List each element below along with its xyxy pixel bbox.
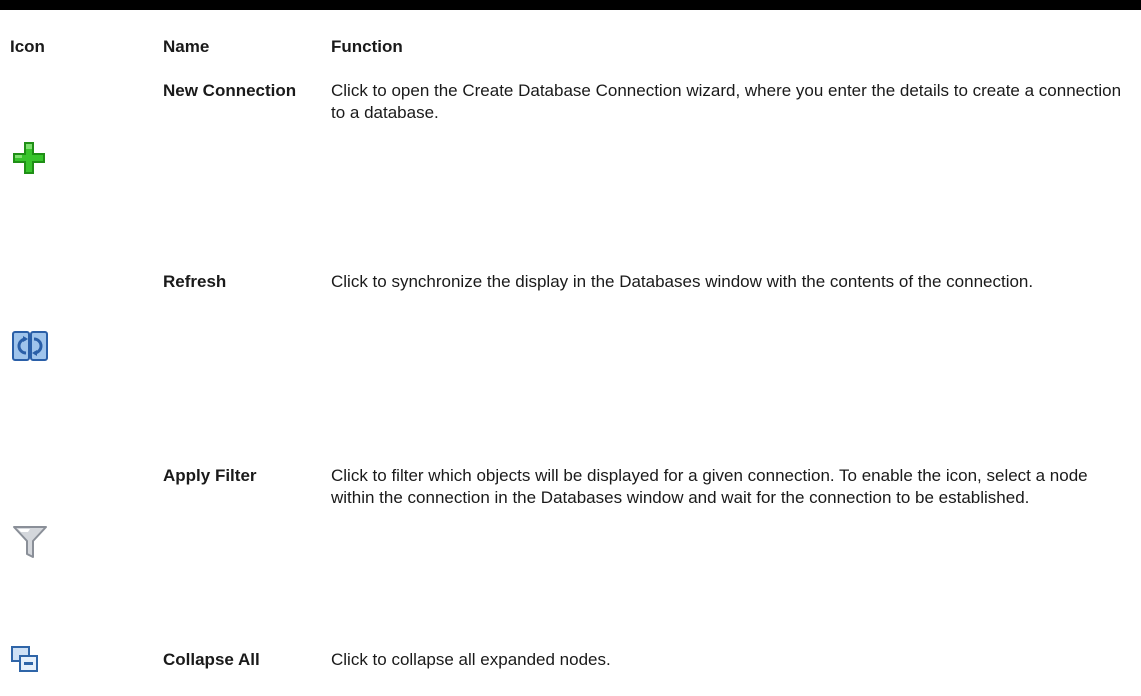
row-function: Click to filter which objects will be di… bbox=[331, 466, 1088, 507]
top-rule bbox=[0, 0, 1141, 10]
table-row-apply-filter: Apply Filter Click to filter which objec… bbox=[0, 465, 1141, 615]
row-name: Refresh bbox=[163, 272, 227, 291]
row-function: Click to synchronize the display in the … bbox=[331, 272, 1034, 291]
table-row-refresh: Refresh Click to synchronize the display… bbox=[0, 271, 1141, 421]
plus-icon bbox=[10, 139, 50, 179]
filter-icon bbox=[10, 521, 50, 561]
table-row-collapse-all: Collapse All Click to collapse all expan… bbox=[0, 646, 1141, 689]
row-function: Click to open the Create Database Connec… bbox=[331, 81, 1122, 122]
row-name: New Connection bbox=[163, 81, 297, 100]
header-name: Name bbox=[163, 37, 210, 56]
collapse-all-icon bbox=[10, 645, 40, 675]
row-name: Collapse All bbox=[163, 650, 260, 669]
header-function: Function bbox=[331, 37, 403, 56]
row-function: Click to collapse all expanded nodes. bbox=[331, 650, 611, 669]
row-name: Apply Filter bbox=[163, 466, 257, 485]
table-row-new-connection: New Connection Click to open the Create … bbox=[0, 80, 1141, 230]
header-icon: Icon bbox=[10, 37, 45, 56]
table-header-row: Icon Name Function bbox=[0, 37, 1141, 59]
refresh-icon bbox=[10, 326, 50, 366]
